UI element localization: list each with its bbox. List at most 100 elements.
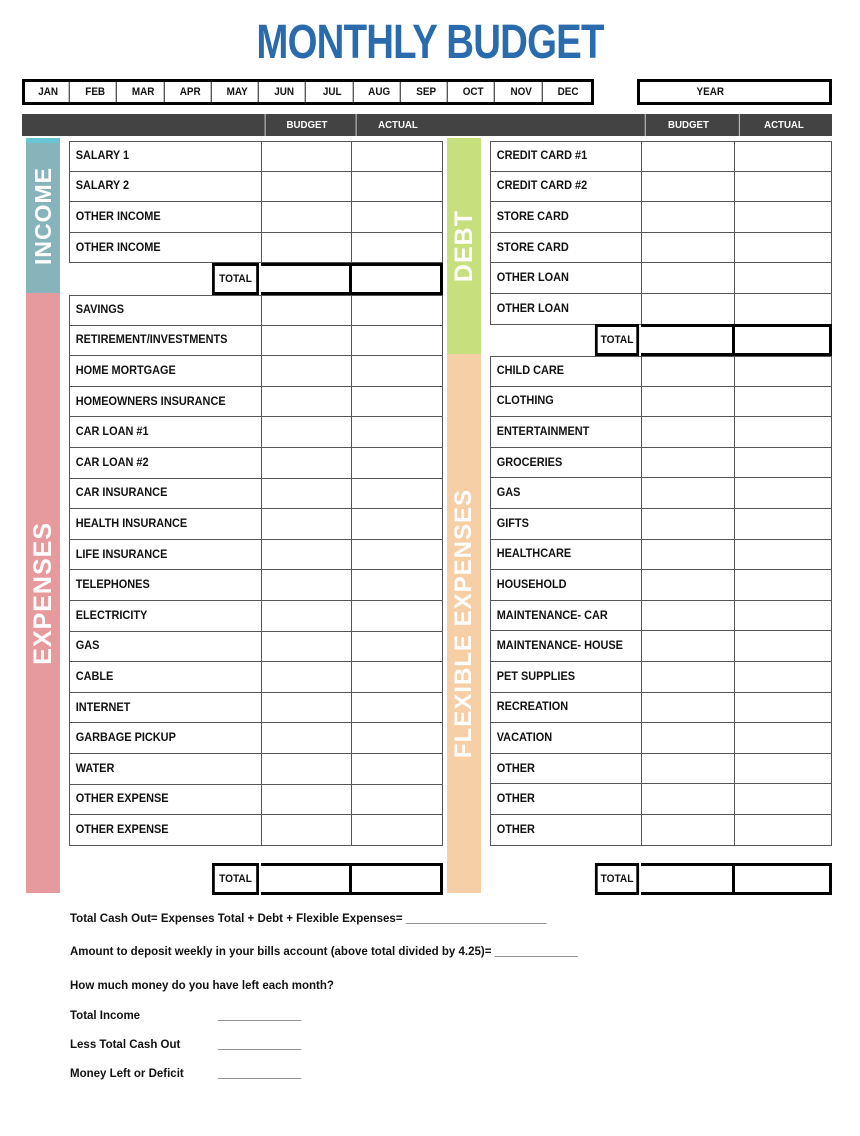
debt-row-budget-cell[interactable] <box>640 232 735 263</box>
flexible-row-actual-cell[interactable] <box>734 417 831 447</box>
flexible-row-actual-cell[interactable] <box>734 814 831 845</box>
footer-money-left-blank[interactable]: _____________ <box>218 1068 301 1080</box>
expenses-row-budget-cell[interactable] <box>260 386 352 417</box>
flexible-total-actual[interactable] <box>735 863 832 895</box>
month-jul[interactable]: JUL <box>311 82 354 102</box>
month-oct[interactable]: OCT <box>453 82 496 102</box>
flexible-row-actual-cell[interactable] <box>734 386 831 417</box>
expenses-row-actual-cell[interactable] <box>351 386 442 417</box>
expenses-row-budget-cell[interactable] <box>260 784 352 815</box>
income-row-actual-cell[interactable] <box>351 232 442 263</box>
expenses-row-budget-cell[interactable] <box>260 570 352 600</box>
month-dec[interactable]: DEC <box>547 82 589 102</box>
expenses-row-budget-cell[interactable] <box>260 539 352 570</box>
flexible-row-actual-cell[interactable] <box>734 692 831 723</box>
month-nov[interactable]: NOV <box>500 82 543 102</box>
expenses-row-budget-cell[interactable] <box>260 296 352 325</box>
month-feb[interactable]: FEB <box>75 82 118 102</box>
flexible-row-actual-cell[interactable] <box>734 661 831 692</box>
flexible-row-budget-cell[interactable] <box>640 386 735 417</box>
flexible-row-actual-cell[interactable] <box>734 784 831 814</box>
flexible-row-budget-cell[interactable] <box>640 814 735 845</box>
debt-row-actual-cell[interactable] <box>734 232 831 263</box>
expenses-row-actual-cell[interactable] <box>351 539 442 570</box>
flexible-row-actual-cell[interactable] <box>734 753 831 784</box>
flexible-row-actual-cell[interactable] <box>734 447 831 478</box>
flexible-row-budget-cell[interactable] <box>640 570 735 600</box>
month-jun[interactable]: JUN <box>264 82 307 102</box>
flexible-row-budget-cell[interactable] <box>640 539 735 570</box>
flexible-row-budget-cell[interactable] <box>640 447 735 478</box>
footer-total-income-blank[interactable]: _____________ <box>218 1010 301 1022</box>
expenses-row-budget-cell[interactable] <box>260 631 352 662</box>
flexible-row-budget-cell[interactable] <box>640 661 735 692</box>
expenses-row-actual-cell[interactable] <box>351 478 442 509</box>
flexible-row-actual-cell[interactable] <box>734 478 831 508</box>
income-row-budget-cell[interactable] <box>260 171 352 202</box>
debt-row-budget-cell[interactable] <box>640 202 735 232</box>
expenses-row-budget-cell[interactable] <box>260 692 352 723</box>
month-mar[interactable]: MAR <box>122 82 165 102</box>
debt-row-actual-cell[interactable] <box>734 293 831 324</box>
expenses-row-actual-cell[interactable] <box>351 600 442 631</box>
expenses-row-actual-cell[interactable] <box>351 296 442 325</box>
month-jan[interactable]: JAN <box>27 82 70 102</box>
expenses-total-budget[interactable] <box>261 863 352 895</box>
expenses-total-actual[interactable] <box>352 863 443 895</box>
flexible-row-budget-cell[interactable] <box>640 784 735 814</box>
flexible-row-actual-cell[interactable] <box>734 631 831 661</box>
month-aug[interactable]: AUG <box>358 82 401 102</box>
expenses-row-actual-cell[interactable] <box>351 723 442 753</box>
flexible-row-budget-cell[interactable] <box>640 357 735 386</box>
expenses-row-actual-cell[interactable] <box>351 662 442 692</box>
expenses-row-budget-cell[interactable] <box>260 417 352 447</box>
flexible-row-actual-cell[interactable] <box>734 600 831 631</box>
flexible-row-actual-cell[interactable] <box>734 357 831 386</box>
expenses-row-actual-cell[interactable] <box>351 784 442 815</box>
expenses-row-budget-cell[interactable] <box>260 509 352 539</box>
flexible-row-budget-cell[interactable] <box>640 600 735 631</box>
expenses-row-budget-cell[interactable] <box>260 478 352 509</box>
debt-row-budget-cell[interactable] <box>640 263 735 293</box>
income-total-actual[interactable] <box>352 263 443 295</box>
flexible-row-budget-cell[interactable] <box>640 723 735 753</box>
year-field[interactable]: YEAR <box>637 79 832 105</box>
expenses-row-actual-cell[interactable] <box>351 631 442 662</box>
flexible-row-budget-cell[interactable] <box>640 631 735 661</box>
expenses-row-budget-cell[interactable] <box>260 325 352 356</box>
expenses-row-actual-cell[interactable] <box>351 692 442 723</box>
debt-row-actual-cell[interactable] <box>734 263 831 293</box>
flexible-row-budget-cell[interactable] <box>640 478 735 508</box>
income-row-actual-cell[interactable] <box>351 171 442 202</box>
income-row-budget-cell[interactable] <box>260 202 352 232</box>
expenses-row-budget-cell[interactable] <box>260 815 352 845</box>
flexible-row-budget-cell[interactable] <box>640 508 735 539</box>
expenses-row-budget-cell[interactable] <box>260 600 352 631</box>
debt-row-budget-cell[interactable] <box>640 171 735 202</box>
debt-row-actual-cell[interactable] <box>734 142 831 171</box>
month-selector[interactable]: JAN FEB MAR APR MAY JUN JUL AUG SEP OCT NOV DEC <box>22 79 594 105</box>
debt-row-actual-cell[interactable] <box>734 202 831 232</box>
debt-row-actual-cell[interactable] <box>734 171 831 202</box>
flexible-total-budget[interactable] <box>641 863 735 895</box>
flexible-row-budget-cell[interactable] <box>640 692 735 723</box>
expenses-row-budget-cell[interactable] <box>260 723 352 753</box>
expenses-row-budget-cell[interactable] <box>260 356 352 386</box>
expenses-row-actual-cell[interactable] <box>351 447 442 478</box>
debt-row-budget-cell[interactable] <box>640 293 735 324</box>
expenses-row-actual-cell[interactable] <box>351 753 442 784</box>
expenses-row-actual-cell[interactable] <box>351 509 442 539</box>
income-row-budget-cell[interactable] <box>260 142 352 171</box>
expenses-row-actual-cell[interactable] <box>351 417 442 447</box>
month-sep[interactable]: SEP <box>405 82 448 102</box>
month-may[interactable]: MAY <box>216 82 259 102</box>
flexible-row-actual-cell[interactable] <box>734 508 831 539</box>
debt-total-budget[interactable] <box>641 324 735 356</box>
income-row-budget-cell[interactable] <box>260 232 352 263</box>
expenses-row-actual-cell[interactable] <box>351 356 442 386</box>
footer-less-cash-out-blank[interactable]: _____________ <box>218 1039 301 1051</box>
debt-total-actual[interactable] <box>735 324 832 356</box>
expenses-row-budget-cell[interactable] <box>260 447 352 478</box>
expenses-row-actual-cell[interactable] <box>351 325 442 356</box>
expenses-row-actual-cell[interactable] <box>351 570 442 600</box>
